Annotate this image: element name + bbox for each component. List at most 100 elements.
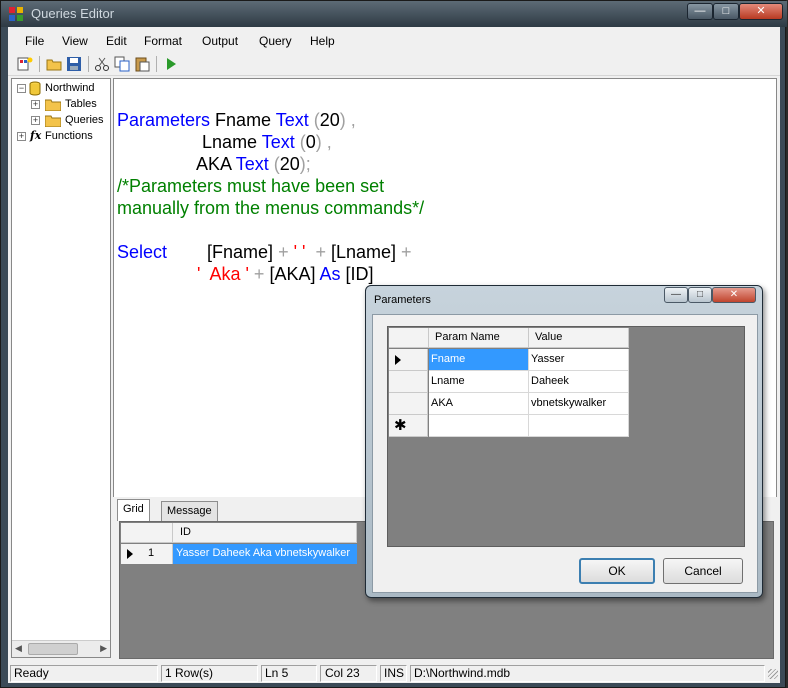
menu-bar: File View Edit Format Output Query Help bbox=[8, 30, 780, 52]
code-token: + bbox=[278, 242, 294, 262]
row-header[interactable] bbox=[389, 393, 428, 415]
menu-output[interactable]: Output bbox=[202, 34, 238, 48]
window-title: Queries Editor bbox=[31, 6, 115, 21]
param-value-cell[interactable]: Yasser bbox=[529, 349, 629, 371]
paste-icon[interactable] bbox=[134, 56, 150, 72]
dialog-minimize-button[interactable]: — bbox=[664, 287, 688, 303]
param-value-cell[interactable]: vbnetskywalker bbox=[529, 393, 629, 415]
status-file-path: D:\Northwind.mdb bbox=[410, 665, 765, 682]
code-token: [ID] bbox=[345, 264, 374, 284]
row-header[interactable] bbox=[389, 349, 428, 371]
menu-file[interactable]: File bbox=[25, 34, 44, 48]
ok-button[interactable]: OK bbox=[579, 558, 655, 584]
new-param-name-cell[interactable] bbox=[429, 415, 529, 437]
dialog-body: Param Name Value Fname Yasser Lname Dahe… bbox=[372, 314, 758, 593]
toolbar bbox=[8, 52, 780, 76]
code-line: Lname Text (0) , bbox=[117, 132, 332, 153]
row-header[interactable]: 1 bbox=[121, 544, 173, 564]
column-header-param-name[interactable]: Param Name bbox=[429, 328, 529, 348]
code-token: manually from the menus commands*/ bbox=[117, 198, 425, 218]
tree-horizontal-scrollbar[interactable]: ◀ ▶ bbox=[12, 640, 110, 657]
code-token: + bbox=[305, 242, 331, 262]
title-bar: Queries Editor — □ ✕ bbox=[1, 1, 787, 27]
menu-format[interactable]: Format bbox=[144, 34, 182, 48]
expand-icon[interactable]: + bbox=[31, 100, 40, 109]
dialog-title: Parameters bbox=[374, 294, 431, 306]
collapse-icon[interactable]: − bbox=[17, 84, 26, 93]
code-token: AKA bbox=[196, 154, 236, 174]
tree-label-tables: Tables bbox=[65, 98, 97, 110]
close-button[interactable]: ✕ bbox=[739, 3, 783, 20]
status-line: Ln 5 bbox=[261, 665, 317, 682]
param-name-cell[interactable]: Lname bbox=[429, 371, 529, 393]
column-header-id[interactable]: ID bbox=[173, 523, 357, 543]
column-header-value[interactable]: Value bbox=[529, 328, 629, 348]
code-token: Select bbox=[117, 242, 168, 262]
tree-label-functions: Functions bbox=[45, 130, 93, 142]
grid-corner bbox=[389, 328, 429, 348]
database-icon bbox=[29, 81, 41, 96]
tree-label-database: Northwind bbox=[45, 82, 95, 94]
dialog-maximize-button[interactable]: □ bbox=[688, 287, 712, 303]
tree-item-queries[interactable]: + Queries bbox=[14, 113, 110, 129]
code-token: ); bbox=[299, 154, 311, 174]
code-token: 0 bbox=[305, 132, 316, 152]
new-query-icon[interactable] bbox=[17, 56, 33, 72]
cancel-button[interactable]: Cancel bbox=[663, 558, 743, 584]
save-icon[interactable] bbox=[66, 56, 82, 72]
tree-item-tables[interactable]: + Tables bbox=[14, 97, 110, 113]
code-line: Select [Fname] + ' ' + [Lname] + bbox=[117, 242, 412, 263]
param-value-cell[interactable]: Daheek bbox=[529, 371, 629, 393]
dialog-close-button[interactable]: ✕ bbox=[712, 287, 756, 303]
expand-icon[interactable]: + bbox=[31, 116, 40, 125]
code-line: ' Aka ' + [AKA] As [ID] bbox=[117, 264, 374, 285]
current-row-icon bbox=[395, 355, 401, 365]
tab-message[interactable]: Message bbox=[161, 501, 218, 521]
menu-query[interactable]: Query bbox=[259, 34, 292, 48]
status-insert-mode: INS bbox=[380, 665, 407, 682]
code-token: [Fname] bbox=[167, 242, 279, 262]
row-header[interactable]: ✱ bbox=[389, 415, 428, 437]
menu-edit[interactable]: Edit bbox=[106, 34, 127, 48]
result-cell[interactable]: Yasser Daheek Aka vbnetskywalker bbox=[173, 544, 357, 564]
object-tree: − Northwind + Tables + Queries + fx Func… bbox=[11, 78, 111, 658]
run-icon[interactable] bbox=[163, 56, 179, 72]
row-header[interactable] bbox=[389, 371, 428, 393]
resize-grip-icon[interactable] bbox=[768, 669, 778, 679]
code-token: ' ' bbox=[293, 242, 306, 262]
tab-grid[interactable]: Grid bbox=[117, 499, 150, 521]
tree-label-queries: Queries bbox=[65, 114, 104, 126]
cut-icon[interactable] bbox=[94, 56, 110, 72]
minimize-button[interactable]: — bbox=[687, 3, 713, 20]
code-token: 20 bbox=[279, 154, 300, 174]
open-icon[interactable] bbox=[46, 56, 62, 72]
status-state: Ready bbox=[10, 665, 158, 682]
code-token: + bbox=[253, 264, 270, 284]
folder-icon bbox=[45, 99, 61, 111]
status-bar: Ready 1 Row(s) Ln 5 Col 23 INS D:\Northw… bbox=[8, 663, 780, 683]
code-token: [Lname] bbox=[330, 242, 402, 262]
maximize-button[interactable]: □ bbox=[713, 3, 739, 20]
code-token: Lname bbox=[202, 132, 262, 152]
tree-item-database[interactable]: − Northwind bbox=[14, 81, 110, 97]
code-token: ) , bbox=[339, 110, 356, 130]
scroll-thumb[interactable] bbox=[28, 643, 78, 655]
scroll-right-icon[interactable]: ▶ bbox=[100, 643, 107, 654]
code-line: AKA Text (20); bbox=[117, 154, 311, 175]
code-token: Parameters bbox=[117, 110, 216, 130]
param-name-cell[interactable]: Fname bbox=[429, 349, 529, 371]
param-name-cell[interactable]: AKA bbox=[429, 393, 529, 415]
menu-view[interactable]: View bbox=[62, 34, 88, 48]
parameters-grid: Param Name Value Fname Yasser Lname Dahe… bbox=[387, 326, 745, 547]
new-row-icon: ✱ bbox=[394, 417, 407, 434]
code-token: ) , bbox=[315, 132, 332, 152]
scroll-left-icon[interactable]: ◀ bbox=[15, 643, 22, 654]
menu-help[interactable]: Help bbox=[310, 34, 335, 48]
code-token: ' Aka ' bbox=[197, 264, 254, 284]
new-param-value-cell[interactable] bbox=[529, 415, 629, 437]
tree-item-functions[interactable]: + fx Functions bbox=[14, 129, 110, 145]
expand-icon[interactable]: + bbox=[17, 132, 26, 141]
copy-icon[interactable] bbox=[114, 56, 130, 72]
